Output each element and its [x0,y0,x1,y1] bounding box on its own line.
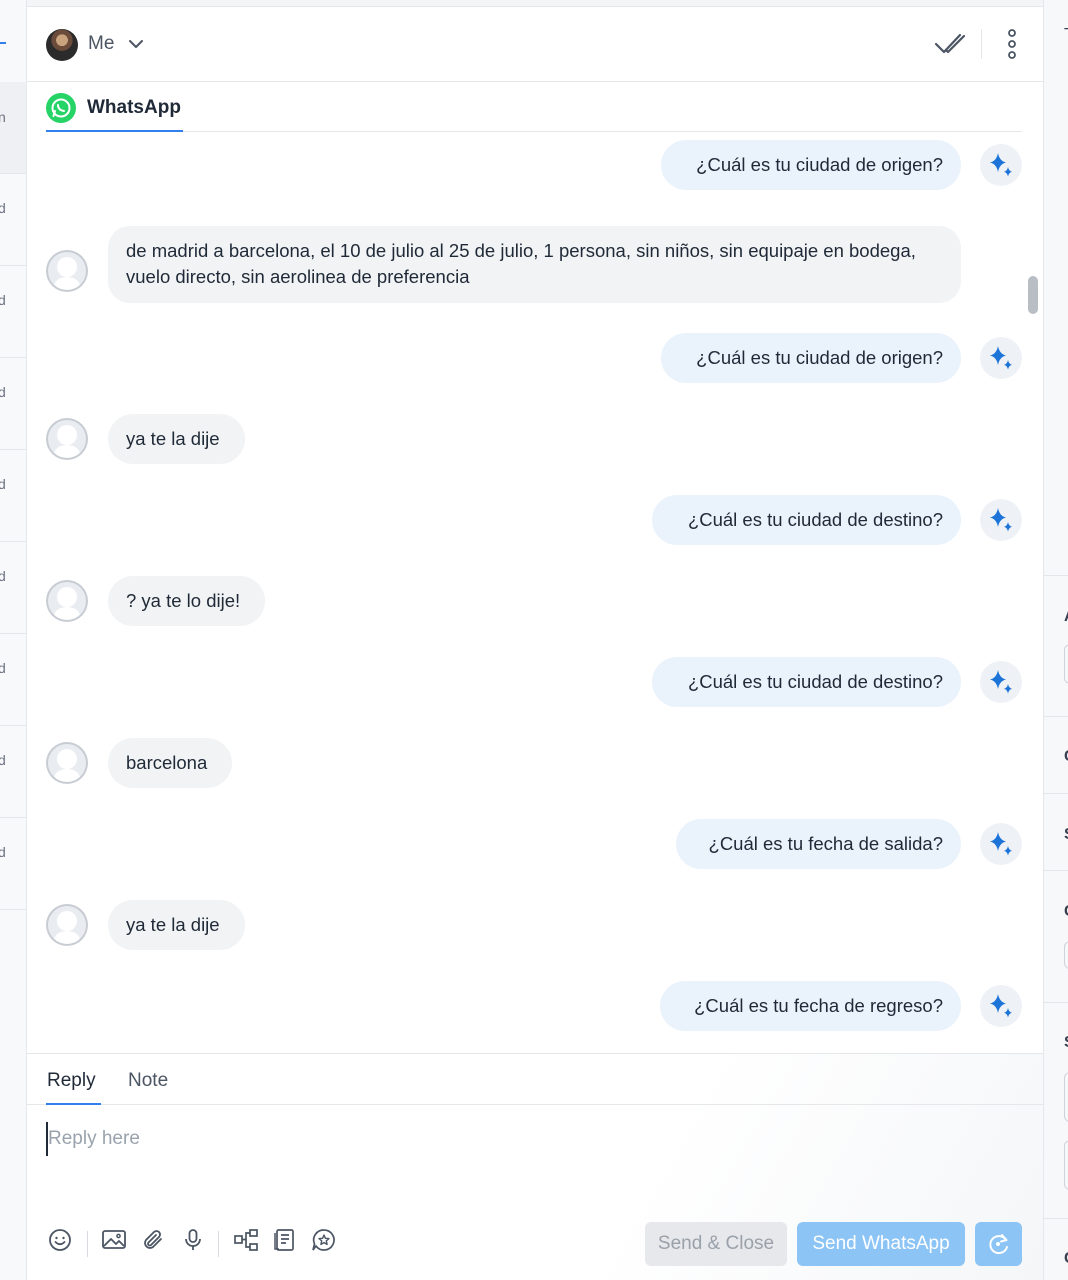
outgoing-message: ¿Cuál es tu ciudad de origen? [661,140,961,190]
conversation-list-item[interactable]: d [0,818,26,910]
send-whatsapp-button[interactable]: Send WhatsApp [797,1222,965,1266]
canned-response-icon[interactable] [311,1228,337,1257]
right-panel-letter: S [1064,1034,1068,1052]
conversation-header: Me [27,7,1043,82]
nav-accent [0,42,6,44]
panel-divider [1044,793,1068,794]
panel-field[interactable] [1064,941,1068,969]
right-panel-letter: C [1064,748,1068,766]
send-and-close-button[interactable]: Send & Close [645,1222,787,1266]
composer-tabs: Reply Note [27,1054,1043,1105]
ai-sparkle-icon[interactable] [980,144,1022,186]
right-panel-letter: T [1064,26,1068,44]
ai-sparkle-icon[interactable] [980,823,1022,865]
conversation-list-item[interactable]: d [0,542,26,634]
emoji-icon[interactable] [48,1228,72,1257]
panel-divider [1044,716,1068,717]
reply-composer: Reply Note Send & Close Send WhatsApp [27,1053,1043,1280]
conversation-list-item[interactable]: d [0,358,26,450]
list-item-text: n [0,109,6,125]
list-item-text: d [0,292,6,308]
list-item-text: d [0,384,6,400]
right-panel-letter: C [1064,1250,1068,1268]
ai-sparkle-icon[interactable] [980,499,1022,541]
contact-details-partial: T A C S C S C [1043,0,1068,1280]
conversation-list-item[interactable]: d [0,634,26,726]
send-options-button[interactable] [975,1222,1022,1266]
conversation-list-item[interactable]: d [0,726,26,818]
list-item-text: d [0,476,6,492]
conversation-list-item[interactable]: d [0,174,26,266]
assignee-label[interactable]: Me [88,33,114,55]
attachment-icon[interactable] [141,1228,165,1257]
agent-avatar[interactable] [46,29,78,61]
whatsapp-icon [46,93,76,123]
tab-note[interactable]: Note [128,1070,168,1092]
list-item-text: d [0,752,6,768]
panel-divider [1044,870,1068,871]
chevron-down-icon[interactable] [128,37,144,55]
ai-sparkle-icon[interactable] [980,985,1022,1027]
ai-sparkle-icon[interactable] [980,337,1022,379]
list-item-text: d [0,568,6,584]
right-panel-letter: S [1064,826,1068,844]
outgoing-message: ¿Cuál es tu ciudad de origen? [661,333,961,383]
reply-input[interactable] [46,1122,1006,1156]
contact-avatar [46,904,88,946]
right-panel-letter: C [1064,903,1068,921]
incoming-message: ya te la dije [108,900,245,950]
incoming-message: ? ya te lo dije! [108,576,265,626]
ai-sparkle-icon[interactable] [980,661,1022,703]
panel-divider [1044,1002,1068,1003]
conversation-list-item[interactable]: n [0,82,26,174]
resolve-check-icon[interactable] [934,29,966,64]
outgoing-message: ¿Cuál es tu ciudad de destino? [652,657,961,707]
header-divider [981,29,982,59]
list-item-text: d [0,660,6,676]
refresh-icon [986,1232,1012,1261]
tab-reply[interactable]: Reply [46,1054,101,1105]
incoming-message: ya te la dije [108,414,245,464]
panel-field[interactable] [1064,1072,1068,1122]
toolbar-divider [218,1231,219,1257]
outgoing-message: ¿Cuál es tu fecha de salida? [676,819,961,869]
panel-divider [1044,575,1068,576]
conversation-list-partial: n d d d d d d d d [0,0,27,1280]
panel-field[interactable] [1064,1140,1068,1190]
list-item-text: d [0,844,6,860]
message-list: ¿Cuál es tu ciudad de origen? de madrid … [27,133,1043,1053]
list-item-text: d [0,200,6,216]
conversation-panel: Me WhatsApp ¿Cuál es tu ciudad de origen… [27,6,1043,1280]
tab-whatsapp-label: WhatsApp [87,97,181,118]
outgoing-message: ¿Cuál es tu ciudad de destino? [652,495,961,545]
image-icon[interactable] [101,1228,127,1257]
contact-avatar [46,742,88,784]
contact-avatar [46,250,88,292]
panel-divider [1044,1218,1068,1219]
outgoing-message: ¿Cuál es tu fecha de regreso? [660,981,961,1031]
contact-avatar [46,580,88,622]
article-icon[interactable] [273,1228,297,1257]
channel-tabs: WhatsApp [46,82,1022,132]
conversation-list-item[interactable]: d [0,450,26,542]
more-options-icon[interactable] [1005,28,1019,65]
panel-field[interactable] [1064,644,1068,684]
incoming-message: barcelona [108,738,232,788]
conversation-list-item[interactable]: d [0,266,26,358]
right-panel-letter: A [1064,608,1068,626]
workflow-icon[interactable] [233,1228,259,1257]
tab-reply-label: Reply [47,1070,96,1091]
contact-avatar [46,418,88,460]
scrollbar-thumb[interactable] [1028,276,1038,314]
tab-whatsapp[interactable]: WhatsApp [46,82,183,132]
incoming-message: de madrid a barcelona, el 10 de julio al… [108,226,961,303]
toolbar-divider [87,1231,88,1257]
microphone-icon[interactable] [181,1228,205,1257]
